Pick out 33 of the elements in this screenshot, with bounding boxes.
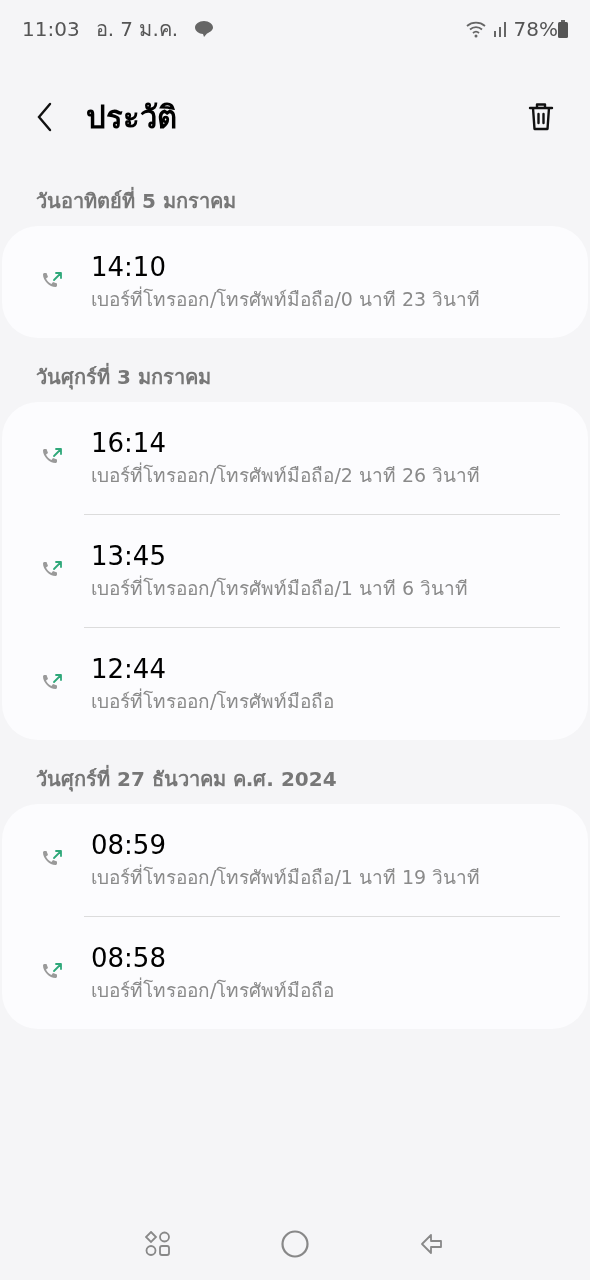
call-log-row[interactable]: 14:10 เบอร์ที่โทรออก/โทรศัพท์มือถือ/0 นาที 23 วินาที [2,226,588,338]
call-log-row[interactable]: 12:44 เบอร์ที่โทรออก/โทรศัพท์มือถือ [2,628,588,740]
call-time: 14:10 [91,251,167,284]
call-log-row[interactable]: 16:14 เบอร์ที่โทรออก/โทรศัพท์มือถือ/2 นาที 26 วินาที [2,402,588,514]
chat-app-icon [194,20,215,38]
call-time: 12:44 [91,653,167,686]
call-log-row[interactable]: 08:59 เบอร์ที่โทรออก/โทรศัพท์มือถือ/1 นาที 19 วินาที [2,804,588,916]
call-time: 08:58 [91,942,167,975]
call-time: 08:59 [91,829,167,862]
back-chevron-icon [36,102,52,132]
call-detail: เบอร์ที่โทรออก/โทรศัพท์มือถือ/1 นาที 6 วินาที [91,574,469,601]
date-heading: วันอาทิตย์ที่ 5 มกราคม [36,188,236,214]
shapes-icon [145,1231,172,1257]
wifi-icon [465,20,488,38]
trash-icon [528,102,554,132]
call-detail: เบอร์ที่โทรออก/โทรศัพท์มือถือ [91,976,335,1003]
date-heading: วันศุกร์ที่ 27 ธันวาคม ค.ศ. 2024 [36,766,337,792]
status-time: 11:03 [22,16,80,43]
call-detail: เบอร์ที่โทรออก/โทรศัพท์มือถือ/0 นาที 23 วินาที [91,285,481,312]
call-detail: เบอร์ที่โทรออก/โทรศัพท์มือถือ/2 นาที 26 วินาที [91,461,481,488]
battery-icon [558,20,568,38]
back-arrow-icon [419,1232,444,1256]
page-title: ประวัติ [86,97,177,137]
call-log-row[interactable]: 08:58 เบอร์ที่โทรออก/โทรศัพท์มือถือ [2,917,588,1029]
call-time: 13:45 [91,540,167,573]
date-heading: วันศุกร์ที่ 3 มกราคม [36,364,211,390]
call-log-row[interactable]: 13:45 เบอร์ที่โทรออก/โทรศัพท์มือถือ/1 นาที 6 วินาที [2,515,588,627]
call-time: 16:14 [91,427,167,460]
status-date: อ. 7 ม.ค. [95,16,179,43]
home-circle-icon [281,1230,309,1258]
call-detail: เบอร์ที่โทรออก/โทรศัพท์มือถือ [91,687,335,714]
call-detail: เบอร์ที่โทรออก/โทรศัพท์มือถือ/1 นาที 19 วินาที [91,863,481,890]
battery-percent: 78% [513,16,558,43]
